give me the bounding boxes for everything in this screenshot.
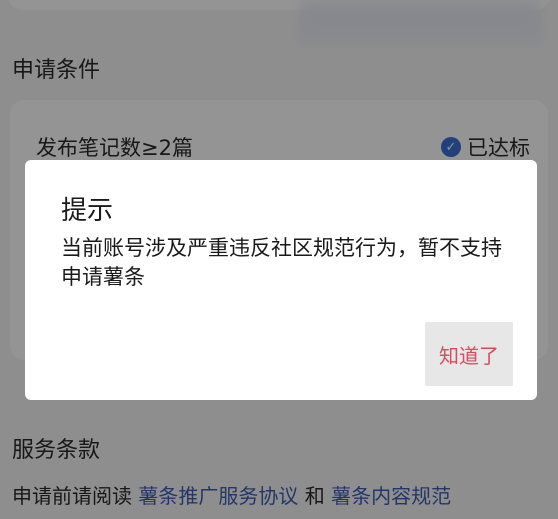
alert-dialog: 提示 当前账号涉及严重违反社区规范行为，暂不支持申请薯条 知道了 [25,160,537,400]
acknowledge-button[interactable]: 知道了 [425,322,513,386]
dialog-title: 提示 [61,196,114,226]
dialog-message: 当前账号涉及严重违反社区规范行为，暂不支持申请薯条 [61,236,502,289]
